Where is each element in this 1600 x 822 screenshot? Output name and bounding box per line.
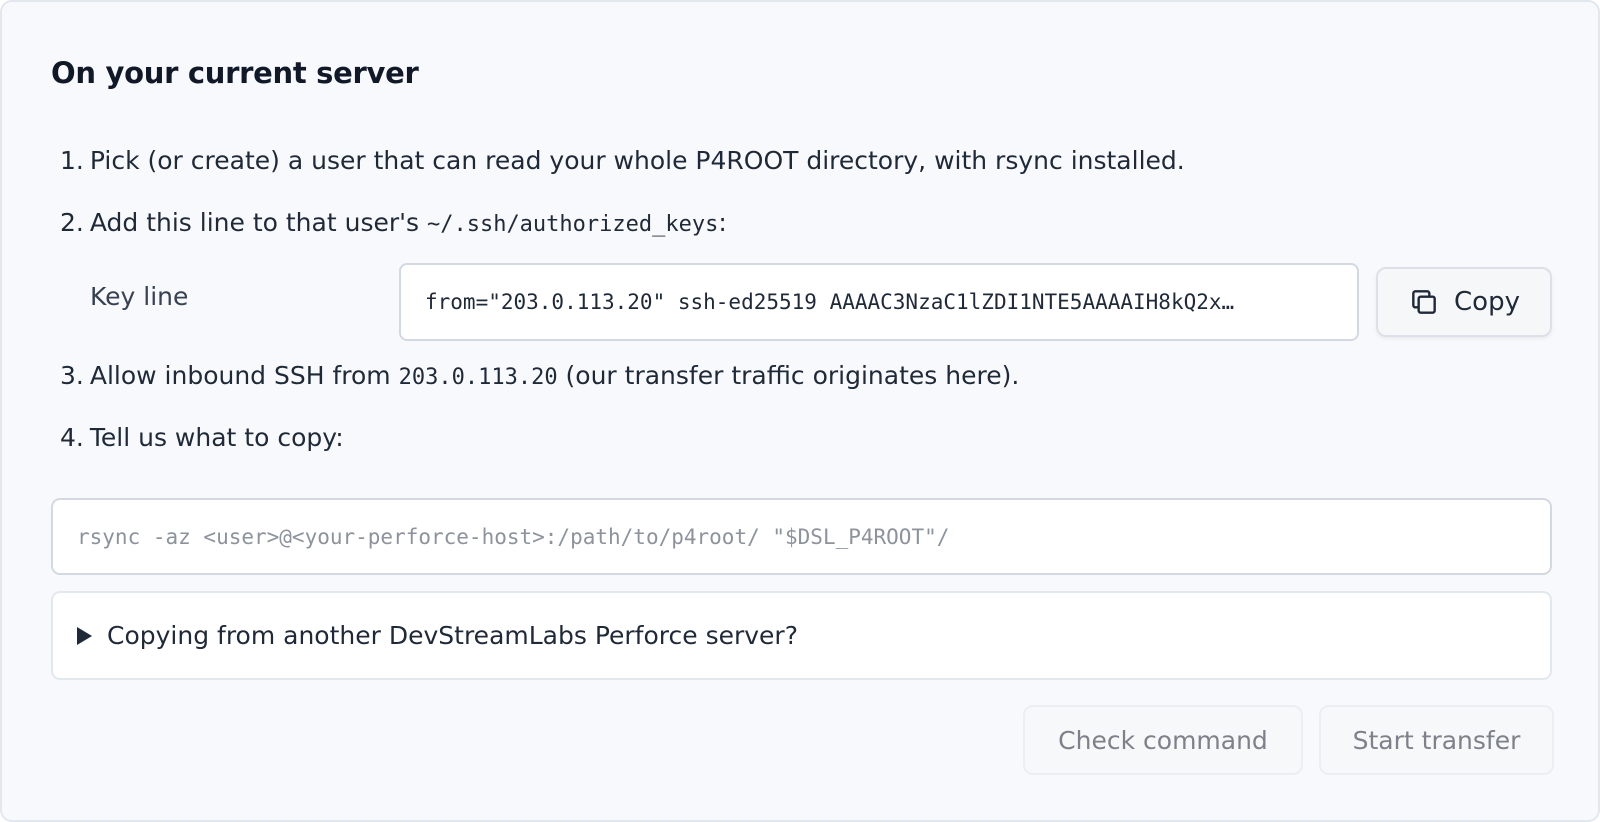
step-1: 1. Pick (or create) a user that can read … xyxy=(60,146,1185,175)
check-command-button[interactable]: Check command xyxy=(1023,705,1303,775)
copy-button[interactable]: Copy xyxy=(1376,267,1552,337)
step-number: 3. xyxy=(60,361,84,390)
copy-button-label: Copy xyxy=(1454,287,1520,317)
step-text: Add this line to that user's xyxy=(89,208,427,237)
step-number: 1. xyxy=(60,146,84,175)
step-text: Allow inbound SSH from xyxy=(89,361,399,390)
step-number: 2. xyxy=(60,208,84,237)
step-text: Pick (or create) a user that can read yo… xyxy=(89,146,1185,175)
disclosure-summary: Copying from another DevStreamLabs Perfo… xyxy=(107,621,798,650)
step-4: 4. Tell us what to copy: xyxy=(60,423,344,452)
start-transfer-button[interactable]: Start transfer xyxy=(1319,705,1554,775)
transfer-card: On your current server 1. Pick (or create… xyxy=(0,0,1600,822)
triangle-right-icon xyxy=(77,626,92,645)
key-line-value: from="203.0.113.20" ssh-ed25519 AAAAC3Nz… xyxy=(425,290,1235,314)
step-text-suffix: : xyxy=(718,208,727,237)
key-line-field[interactable]: from="203.0.113.20" ssh-ed25519 AAAAC3Nz… xyxy=(399,263,1359,341)
another-server-disclosure[interactable]: Copying from another DevStreamLabs Perfo… xyxy=(51,591,1552,680)
rsync-command-input[interactable] xyxy=(51,498,1552,575)
key-line-label: Key line xyxy=(90,282,189,311)
step-text-suffix: (our transfer traffic originates here). xyxy=(557,361,1020,390)
transfer-ip-address: 203.0.113.20 xyxy=(398,365,558,390)
step-text: Tell us what to copy: xyxy=(89,423,344,452)
section-title: On your current server xyxy=(51,56,419,90)
copy-icon xyxy=(1408,286,1440,318)
step-3: 3. Allow inbound SSH from 203.0.113.20 (o… xyxy=(60,361,1019,390)
step-number: 4. xyxy=(60,423,84,452)
authorized-keys-path: ~/.ssh/authorized_keys xyxy=(426,212,719,237)
step-2: 2. Add this line to that user's ~/.ssh/au… xyxy=(60,208,727,237)
